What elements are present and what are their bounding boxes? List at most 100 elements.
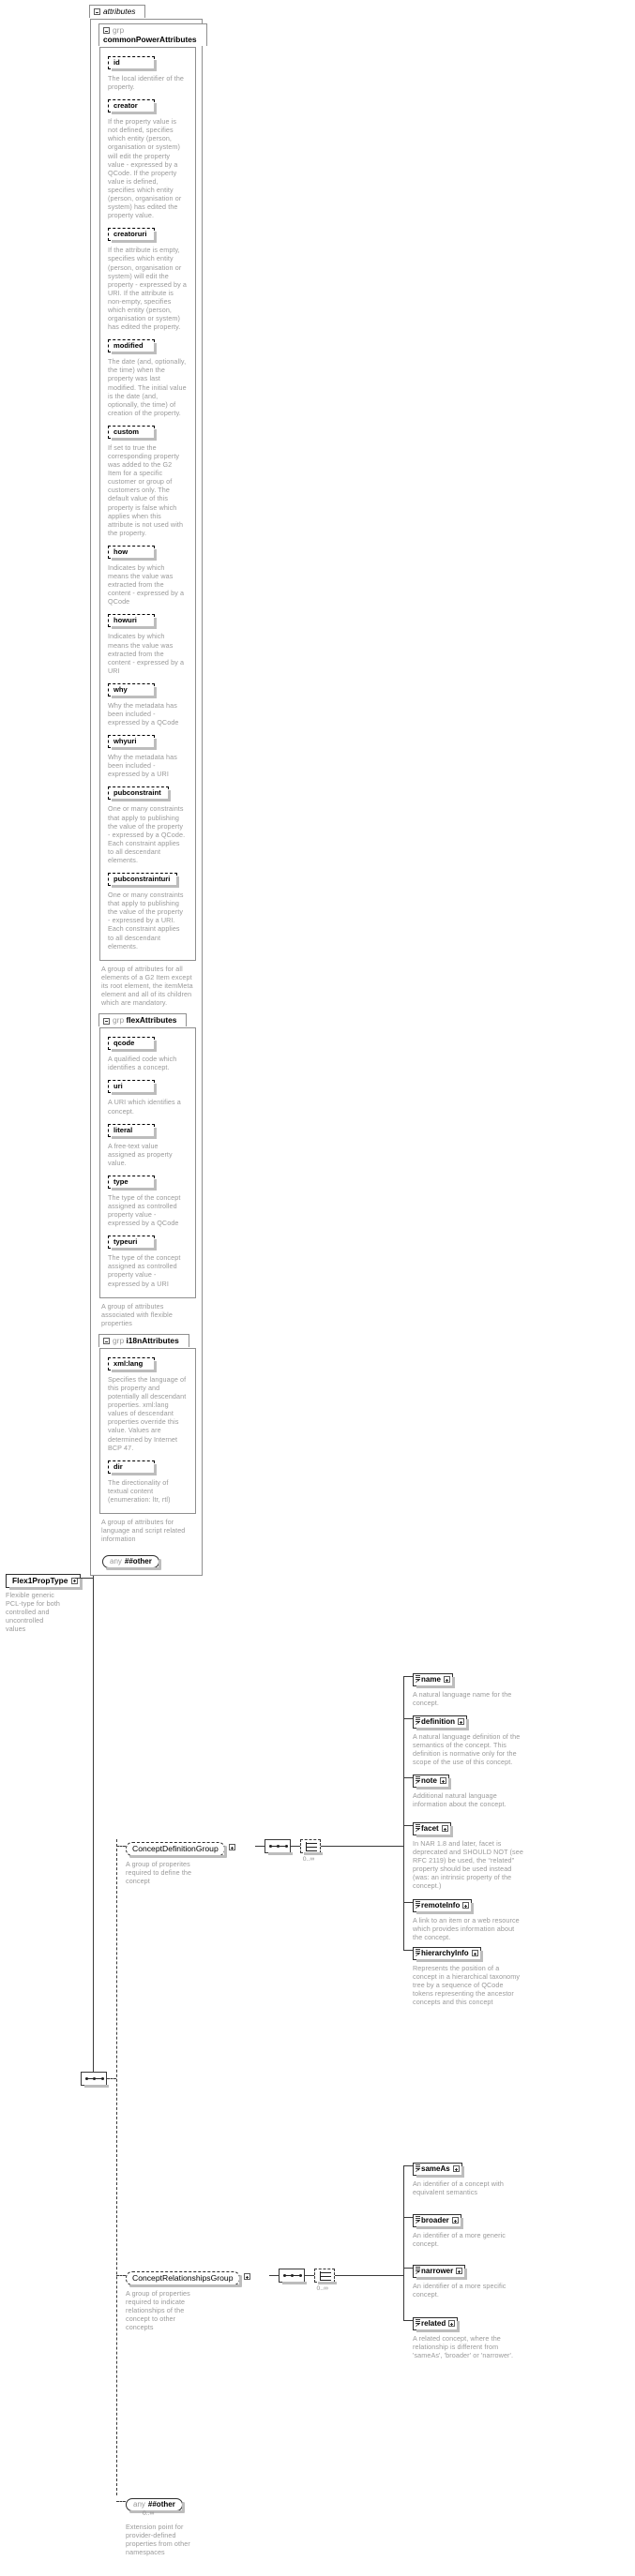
reference-arrow-icon: ↗ [415, 1678, 420, 1685]
attribute-box[interactable]: dir [108, 1460, 157, 1475]
attribute-box[interactable]: qcode [108, 1037, 157, 1053]
attribute-group-doc: A group of attributes for all elements o… [101, 964, 193, 1008]
attribute-group-tab[interactable]: grp commonPowerAttributes [98, 23, 207, 46]
collapse-icon[interactable] [103, 1338, 110, 1345]
attribute-doc: The date (and, optionally, the time) whe… [108, 357, 187, 417]
attribute-row: literal A free-text value assigned as pro… [108, 1120, 190, 1167]
expand-icon[interactable] [458, 1718, 464, 1725]
expand-icon[interactable] [471, 1950, 478, 1956]
branch-choice-compositor[interactable] [313, 2269, 337, 2287]
attribute-doc: The type of the concept assigned as cont… [108, 1192, 181, 1228]
connector-bus-to-element [403, 1902, 413, 1903]
attribute-box[interactable]: xml:lang [108, 1356, 157, 1372]
attribute-box[interactable]: why [108, 682, 157, 698]
attribute-box[interactable]: how [108, 545, 157, 561]
reference-arrow-icon: ↗ [415, 1779, 420, 1786]
attribute-box[interactable]: type [108, 1175, 157, 1191]
expand-icon[interactable] [243, 2273, 250, 2281]
choice-icon[interactable] [313, 2269, 337, 2284]
attributes-tab[interactable]: attributes [89, 5, 146, 18]
choice-icon[interactable] [299, 1839, 323, 1855]
attribute-row: dir The directionality of textual content… [108, 1457, 190, 1504]
expand-icon[interactable] [451, 2217, 459, 2224]
attribute-row: custom If set to true the corresponding p… [108, 422, 190, 537]
connector-bus-to-element [403, 1718, 413, 1719]
any-other-element[interactable]: any ##other [126, 2497, 185, 2513]
branch-choice-compositor[interactable] [299, 1839, 323, 1858]
attributes-panel: attributes grp commonPowerAttributes id Th… [89, 2, 207, 1577]
connector-sequence-out [107, 2078, 116, 2079]
element-box[interactable]: ↗ narrower [413, 2264, 468, 2280]
group-reference-node: ConceptRelationshipsGroup A group of prop… [126, 2269, 250, 2331]
element-node: ↗ related A related concept, where the rel… [413, 2314, 624, 2359]
connector-ref-to-sequence [268, 2275, 279, 2276]
expand-icon[interactable] [452, 2165, 460, 2172]
element-box[interactable]: ↗ definition [413, 1715, 469, 1730]
expand-icon[interactable] [443, 1676, 450, 1683]
attribute-box[interactable]: creatoruri [108, 228, 157, 244]
attribute-box[interactable]: creator [108, 99, 157, 115]
attribute-box[interactable]: pubconstrainturi [108, 873, 180, 889]
element-box[interactable]: ↗ related [413, 2316, 461, 2332]
element-box[interactable]: ↗ sameAs [413, 2162, 464, 2178]
root-type-box[interactable]: Flex1PropType [6, 1573, 83, 1590]
element-label: remoteInfo [421, 1901, 461, 1910]
element-doc: An identifier of a concept with equivale… [413, 2179, 504, 2197]
expand-icon[interactable] [441, 1825, 448, 1832]
element-box[interactable]: ↗ facet [413, 1821, 453, 1837]
attributes-panel-body: grp commonPowerAttributes id The local ide… [90, 19, 207, 1577]
attribute-doc: One or many constraints that apply to pu… [108, 891, 184, 951]
element-node: ↗ definition A natural language definition… [413, 1712, 624, 1766]
connector-choice-to-bus [320, 1846, 403, 1847]
element-box[interactable]: ↗ hierarchyInfo [413, 1946, 483, 1962]
any-keyword: any [110, 1557, 122, 1566]
group-reference[interactable]: ConceptRelationshipsGroup [126, 2270, 241, 2287]
branch-sequence-compositor[interactable] [278, 2269, 307, 2287]
attribute-box[interactable]: literal [108, 1123, 157, 1139]
attribute-box[interactable]: custom [108, 425, 157, 441]
element-label: facet [421, 1824, 439, 1833]
sequence-icon[interactable] [264, 1839, 293, 1855]
expand-icon[interactable] [439, 1777, 446, 1784]
expand-icon[interactable] [228, 1844, 235, 1851]
attribute-box[interactable]: typeuri [108, 1236, 157, 1251]
root-type-label: Flex1PropType [12, 1576, 68, 1585]
attribute-group-tab[interactable]: grp flexAttributes [98, 1013, 188, 1027]
element-doc: A natural language definition of the sem… [413, 1732, 521, 1767]
attribute-box[interactable]: id [108, 56, 157, 71]
attribute-group-tab[interactable]: grp i18nAttributes [98, 1333, 189, 1347]
element-box[interactable]: ↗ note [413, 1774, 451, 1790]
connector-bus-to-element [403, 1676, 413, 1677]
attribute-row: modified The date (and, optionally, the t… [108, 336, 190, 417]
collapse-icon[interactable] [103, 1017, 110, 1025]
attribute-box[interactable]: pubconstraint [108, 786, 171, 802]
root-sequence-compositor[interactable] [81, 2072, 109, 2090]
attribute-box[interactable]: whyuri [108, 735, 157, 751]
expand-icon[interactable] [456, 2268, 463, 2274]
collapse-icon[interactable] [94, 8, 100, 16]
element-box[interactable]: ↗ name [413, 1672, 455, 1688]
attribute-row: qcode A qualified code which identifies a… [108, 1033, 190, 1071]
element-doc: Represents the position of a concept in … [413, 1964, 521, 2007]
sequence-icon[interactable] [278, 2269, 307, 2284]
expand-icon[interactable] [448, 2320, 456, 2327]
collapse-icon[interactable] [103, 27, 110, 35]
attribute-box[interactable]: modified [108, 339, 157, 355]
group-reference-node: ConceptDefinitionGroup A group of properi… [126, 1839, 235, 1885]
attribute-doc: Why the metadata has been included - exp… [108, 753, 177, 779]
root-type-node[interactable]: Flex1PropType Flexible generic PCL-type … [6, 1571, 83, 1633]
any-other-attribute[interactable]: any ##other [102, 1554, 161, 1570]
element-box[interactable]: ↗ broader [413, 2213, 463, 2229]
branch-distributor [116, 1839, 117, 2495]
group-reference[interactable]: ConceptDefinitionGroup [126, 1841, 227, 1858]
attribute-box[interactable]: uri [108, 1080, 157, 1096]
attribute-group: grp commonPowerAttributes id The local ide… [98, 23, 207, 1008]
occurrence-indicator: 0..∞ [143, 2510, 155, 2517]
sequence-icon[interactable] [81, 2072, 109, 2088]
branch-sequence-compositor[interactable] [264, 1839, 293, 1858]
element-box[interactable]: ↗ remoteInfo [413, 1898, 475, 1914]
expand-icon[interactable] [462, 1902, 470, 1909]
attribute-row: why Why the metadata has been included - … [108, 680, 190, 726]
attribute-group: grp i18nAttributes xml:lang Specifies the … [98, 1331, 196, 1543]
attribute-box[interactable]: howuri [108, 614, 157, 630]
